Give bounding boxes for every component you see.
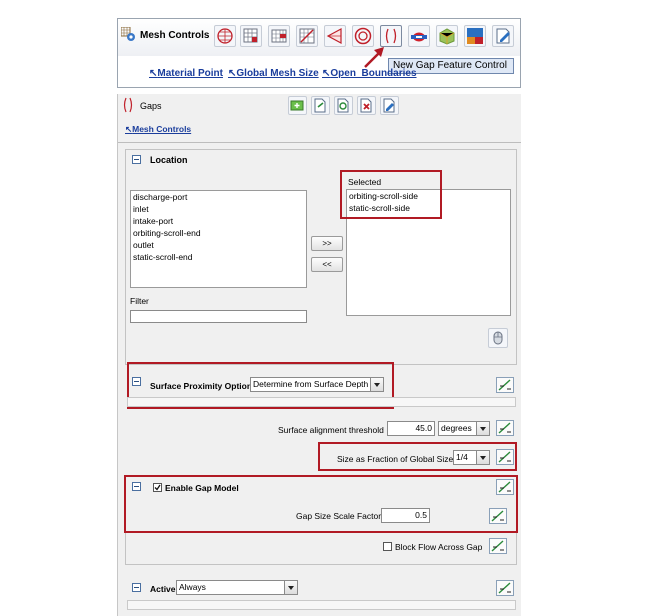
green-cube-button[interactable]	[436, 25, 458, 47]
mesh-controls-back-link[interactable]: ↖Mesh Controls	[125, 124, 191, 135]
mesh-sphere-button[interactable]	[214, 25, 236, 47]
size-fraction-label: Size as Fraction of Global Size	[337, 454, 454, 464]
mouse-pick-icon	[493, 331, 503, 345]
new-item-button[interactable]	[288, 96, 307, 115]
edit-document-icon	[496, 28, 510, 44]
edit-override-icon	[498, 451, 511, 463]
material-point-link[interactable]: ↖Material Point	[149, 68, 223, 79]
edit-override-icon	[498, 422, 511, 434]
edit-icon	[383, 98, 395, 113]
alignment-label: Surface alignment threshold	[278, 425, 384, 435]
active-select[interactable]: Always	[176, 580, 298, 595]
filter-input[interactable]	[130, 310, 307, 323]
cone-button[interactable]	[324, 25, 346, 47]
mesh-diagonal-icon	[299, 28, 315, 44]
gap-feature-icon	[385, 28, 397, 44]
size-fraction-value: 1/4	[456, 452, 468, 462]
chevron-down-icon	[370, 378, 383, 391]
edit-override-button[interactable]	[489, 508, 507, 524]
surface-proximity-collapse-button[interactable]	[132, 377, 141, 386]
target-ring-icon	[354, 27, 372, 45]
surface-proximity-select[interactable]: Determine from Surface Depth	[250, 377, 384, 392]
copy-item-button[interactable]	[311, 96, 330, 115]
green-cube-icon	[439, 28, 455, 45]
edit-override-icon	[498, 379, 511, 391]
mesh-plane-icon	[271, 29, 287, 43]
colored-blocks-icon	[467, 28, 483, 44]
refresh-icon	[337, 98, 349, 113]
remove-selected-button[interactable]: <<	[311, 257, 343, 272]
size-fraction-select[interactable]: 1/4	[453, 450, 490, 465]
gap-scale-input[interactable]: 0.5	[381, 508, 430, 523]
checkmark-icon	[154, 484, 161, 491]
alignment-unit-value: degrees	[441, 423, 472, 433]
selected-highlight-box	[340, 170, 442, 219]
location-label: Location	[150, 155, 188, 165]
active-label: Active	[150, 584, 176, 594]
colored-blocks-button[interactable]	[464, 25, 486, 47]
new-item-icon	[290, 100, 304, 111]
valve-button[interactable]	[408, 25, 430, 47]
gaps-icon	[123, 97, 133, 113]
edit-override-button[interactable]	[496, 377, 514, 393]
edit-override-icon	[498, 481, 511, 493]
active-value: Always	[179, 582, 206, 592]
list-item[interactable]: discharge-port	[131, 191, 306, 203]
mesh-sphere-icon	[217, 28, 233, 44]
block-flow-label: Block Flow Across Gap	[395, 542, 483, 552]
cone-icon	[326, 27, 342, 45]
edit-override-icon	[498, 582, 511, 594]
gap-model-collapse-button[interactable]	[132, 482, 141, 491]
toolbar-title: Mesh Controls	[140, 30, 210, 41]
mesh-grid-icon	[243, 28, 258, 43]
mesh-grid-button[interactable]	[240, 25, 262, 47]
chevron-down-icon	[476, 422, 489, 435]
gap-scale-label: Gap Size Scale Factor	[296, 511, 382, 521]
mesh-controls-gear-icon	[120, 26, 137, 43]
active-collapse-button[interactable]	[132, 583, 141, 592]
chevron-down-icon	[284, 581, 297, 594]
edit-override-button[interactable]	[496, 479, 514, 495]
location-collapse-button[interactable]	[132, 155, 141, 164]
list-item[interactable]: outlet	[131, 239, 306, 251]
surface-proximity-scrollbar[interactable]	[127, 397, 516, 407]
global-mesh-size-link[interactable]: ↖Global Mesh Size	[228, 68, 319, 79]
edit-override-button[interactable]	[489, 538, 507, 554]
add-selected-button[interactable]: >>	[311, 236, 343, 251]
pick-part-button[interactable]	[488, 328, 508, 348]
enable-gap-model-label: Enable Gap Model	[165, 483, 239, 493]
edit-override-button[interactable]	[496, 580, 514, 596]
alignment-unit-select[interactable]: degrees	[438, 421, 490, 436]
list-item[interactable]: orbiting-scroll-end	[131, 227, 306, 239]
surface-proximity-label: Surface Proximity Option	[150, 381, 253, 391]
enable-gap-model-checkbox[interactable]	[153, 483, 162, 492]
panel-title: Gaps	[140, 101, 162, 111]
divider	[118, 142, 521, 143]
edit-override-button[interactable]	[496, 449, 514, 465]
refresh-item-button[interactable]	[334, 96, 353, 115]
edit-override-icon	[491, 510, 504, 522]
list-item[interactable]: inlet	[131, 203, 306, 215]
delete-item-button[interactable]	[357, 96, 376, 115]
chevron-down-icon	[476, 451, 489, 464]
edit-item-button[interactable]	[380, 96, 399, 115]
edit-document-button[interactable]	[492, 25, 514, 47]
copy-item-icon	[314, 98, 326, 113]
delete-icon	[360, 98, 372, 113]
block-flow-checkbox[interactable]	[383, 542, 392, 551]
available-parts-list[interactable]: discharge-port inlet intake-port orbitin…	[130, 190, 307, 288]
mesh-plane-button[interactable]	[268, 25, 290, 47]
surface-proximity-value: Determine from Surface Depth	[253, 379, 369, 389]
edit-override-button[interactable]	[496, 420, 514, 436]
red-arrow-annotation	[362, 44, 388, 70]
mesh-diagonal-button[interactable]	[296, 25, 318, 47]
red-valve-icon	[411, 32, 427, 42]
alignment-threshold-input[interactable]: 45.0	[387, 421, 435, 436]
edit-override-icon	[491, 540, 504, 552]
list-item[interactable]: intake-port	[131, 215, 306, 227]
filter-label: Filter	[130, 296, 149, 306]
active-scrollbar[interactable]	[127, 600, 516, 610]
list-item[interactable]: static-scroll-end	[131, 251, 306, 263]
open-boundaries-link[interactable]: ↖Open_Boundaries	[322, 68, 417, 79]
